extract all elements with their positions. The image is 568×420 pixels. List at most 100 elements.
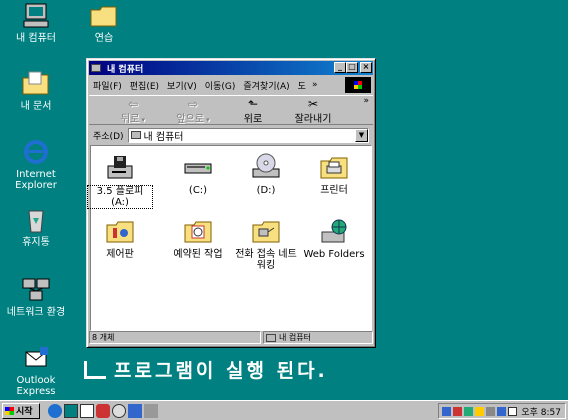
folder-content-area: 3.5 플로피 (A:) (C:) (D:) 프린터 제어판 예약된 작업 전화… (87, 145, 372, 331)
cut-button[interactable]: ✂ 잘라내기 (283, 96, 343, 125)
item-scheduled-tasks[interactable]: 예약된 작업 (165, 216, 231, 260)
desktop-icon-internet-explorer[interactable]: Internet Explorer (4, 138, 68, 191)
desktop-icon-my-computer[interactable]: 내 컴퓨터 (4, 2, 68, 44)
cut-label: 잘라내기 (294, 114, 332, 125)
caption-overlay: 프로그램이 실행 된다. (84, 356, 328, 383)
tray-icon-6[interactable] (497, 406, 506, 416)
menu-go[interactable]: 이동(G) (201, 79, 240, 92)
desktop-icon-label: 네트워크 환경 (6, 307, 66, 318)
desktop-icon-label: 연습 (94, 33, 114, 44)
desktop-icon-network[interactable]: 네트워크 환경 (4, 276, 68, 318)
network-icon (20, 276, 52, 304)
back-button[interactable]: ⇦ 뒤로 ▾ (103, 96, 163, 125)
tray-icon-5[interactable] (486, 406, 495, 416)
quicklaunch-outlook-icon[interactable] (80, 403, 94, 418)
tray-icon-1[interactable] (442, 406, 451, 416)
documents-folder-icon (20, 70, 52, 98)
menu-file[interactable]: 파일(F) (89, 79, 126, 92)
caption-text: 프로그램이 실행 된다. (114, 360, 328, 382)
status-computer-icon (266, 333, 276, 342)
quicklaunch-search-icon[interactable] (112, 403, 126, 418)
up-label: 위로 (243, 114, 263, 125)
address-field[interactable]: 내 컴퓨터 ▼ (127, 127, 369, 143)
item-printers[interactable]: 프린터 (301, 152, 367, 196)
address-value: 내 컴퓨터 (143, 131, 184, 143)
up-button[interactable]: ⬑ 위로 (223, 96, 283, 125)
item-drive-c[interactable]: (C:) (165, 152, 231, 196)
windows-logo-icon (345, 77, 371, 93)
scissors-icon: ✂ (307, 97, 319, 111)
printers-folder-icon (318, 152, 350, 182)
back-label: 뒤로 (120, 114, 140, 125)
desktop-icon-recycle-bin[interactable]: 휴지통 (4, 206, 68, 248)
status-bar: 8 개체 내 컴퓨터 (89, 331, 373, 345)
desktop-icon-label: 내 컴퓨터 (16, 33, 56, 44)
item-control-panel[interactable]: 제어판 (87, 216, 153, 260)
tray-icon-4[interactable] (475, 406, 484, 416)
quicklaunch-ie-icon[interactable] (48, 403, 62, 418)
my-computer-window: 내 컴퓨터 _ □ × 파일(F) 편집(E) 보기(V) 이동(G) 즐겨찾기… (86, 58, 376, 348)
item-floppy-drive[interactable]: 3.5 플로피 (A:) (87, 152, 153, 209)
item-label: (D:) (256, 185, 276, 196)
item-drive-d[interactable]: (D:) (233, 152, 299, 196)
desktop-icon-my-documents[interactable]: 내 문서 (4, 70, 68, 112)
item-web-folders[interactable]: Web Folders (301, 216, 367, 260)
address-computer-icon (130, 131, 141, 139)
up-folder-icon: ⬑ (247, 97, 259, 111)
maximize-button[interactable]: □ (346, 62, 358, 73)
window-title: 내 컴퓨터 (107, 64, 144, 75)
dialup-networking-icon (250, 216, 282, 246)
computer-icon (20, 2, 52, 30)
menu-tools[interactable]: 도 (294, 79, 310, 92)
tray-icon-2[interactable] (453, 406, 462, 416)
item-label: (C:) (188, 185, 208, 196)
control-panel-icon (104, 216, 136, 246)
item-dialup-networking[interactable]: 전화 접속 네트워킹 (233, 216, 299, 271)
forward-label: 앞으로 (176, 114, 204, 125)
minimize-button[interactable]: _ (334, 62, 346, 73)
outlook-express-icon (20, 344, 52, 372)
menu-favorites[interactable]: 즐겨찾기(A) (239, 79, 293, 92)
item-label: 예약된 작업 (173, 249, 223, 260)
menu-edit[interactable]: 편집(E) (126, 79, 163, 92)
status-location-label: 내 컴퓨터 (279, 333, 311, 342)
item-label: 제어판 (106, 249, 134, 260)
tray-speaker-icon[interactable] (508, 406, 517, 416)
windows-flag-icon (5, 406, 14, 415)
forward-button[interactable]: ⇨ 앞으로 ▾ (163, 96, 223, 125)
address-bar: 주소(D) 내 컴퓨터 ▼ (89, 126, 373, 144)
menu-more-chevron[interactable]: » (312, 80, 318, 90)
taskbar: 시작 오후 8:57 (0, 400, 568, 420)
start-button[interactable]: 시작 (2, 402, 40, 419)
item-label: Web Folders (303, 249, 365, 260)
item-label: 3.5 플로피 (A:) (87, 185, 153, 209)
close-button[interactable]: × (360, 62, 372, 73)
back-arrow-icon: ⇦ (127, 97, 139, 111)
quick-launch (48, 403, 158, 418)
internet-explorer-icon (20, 138, 52, 166)
caption-pointer-line (84, 361, 106, 379)
window-computer-icon (91, 64, 101, 72)
clock[interactable]: 오후 8:57 (521, 405, 561, 418)
item-label: 전화 접속 네트워킹 (235, 249, 297, 271)
recycle-bin-icon (20, 206, 52, 234)
quicklaunch-app-icon[interactable] (128, 403, 142, 418)
forward-arrow-icon: ⇨ (187, 97, 199, 111)
desktop-icon-practice-folder[interactable]: 연습 (72, 2, 136, 44)
standard-toolbar: ⇦ 뒤로 ▾ ⇨ 앞으로 ▾ ⬑ 위로 ✂ 잘라내기 » (89, 95, 373, 125)
desktop-icon-label: 휴지통 (22, 237, 50, 248)
address-dropdown-button[interactable]: ▼ (355, 128, 368, 142)
toolbar-more-chevron[interactable]: » (363, 96, 369, 106)
quicklaunch-app2-icon[interactable] (144, 403, 158, 418)
menu-view[interactable]: 보기(V) (163, 79, 201, 92)
menu-bar: 파일(F) 편집(E) 보기(V) 이동(G) 즐겨찾기(A) 도 » (89, 76, 373, 94)
quicklaunch-desktop-icon[interactable] (64, 403, 78, 418)
quicklaunch-channels-icon[interactable] (96, 403, 110, 418)
item-label: 프린터 (320, 185, 348, 196)
web-folders-icon (318, 216, 350, 246)
desktop-icon-label: Outlook Express (16, 375, 56, 397)
folder-icon (88, 2, 120, 30)
tray-icon-3[interactable] (464, 406, 473, 416)
window-titlebar[interactable]: 내 컴퓨터 _ □ × (89, 61, 373, 75)
desktop-icon-outlook-express[interactable]: Outlook Express (4, 344, 68, 397)
